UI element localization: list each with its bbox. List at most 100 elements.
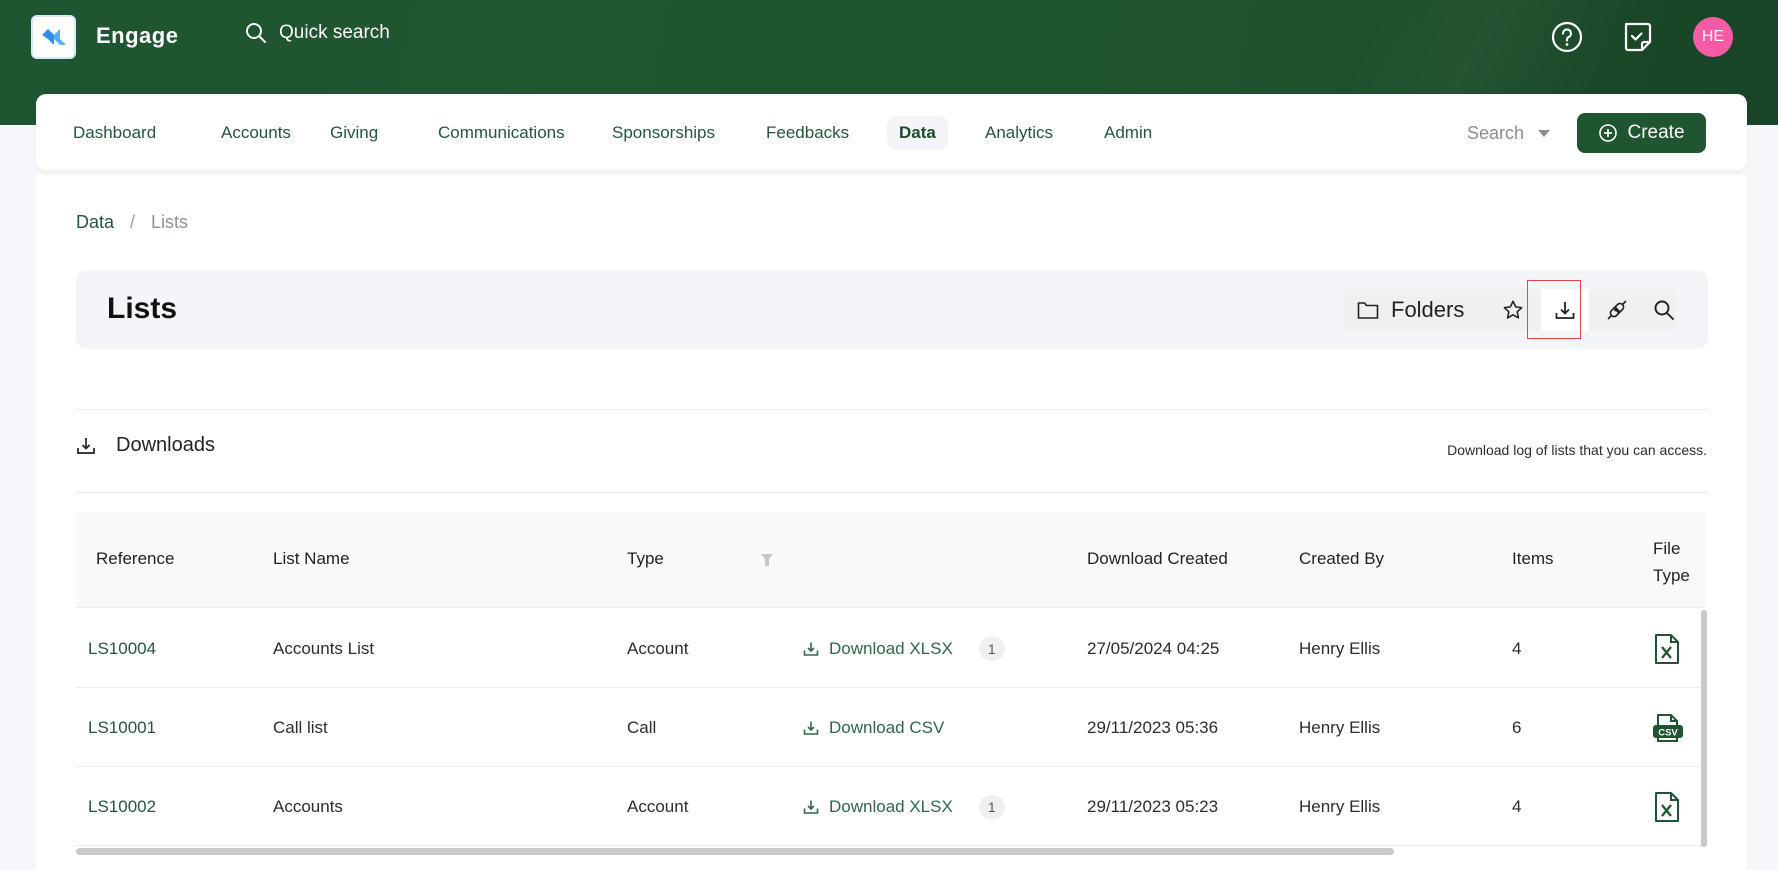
create-button[interactable]: Create bbox=[1577, 113, 1706, 153]
row-type: Account bbox=[627, 638, 689, 658]
folders-button[interactable]: Folders bbox=[1357, 289, 1464, 331]
excel-file-icon bbox=[1655, 791, 1679, 822]
column-file-type[interactable]: File Type bbox=[1653, 535, 1703, 589]
nav-dashboard[interactable]: Dashboard bbox=[61, 116, 168, 150]
download-icon bbox=[803, 800, 819, 814]
main-nav: Dashboard Accounts Giving Communications… bbox=[36, 94, 1747, 170]
download-xlsx-link[interactable]: Download XLSX 1 bbox=[803, 609, 1005, 688]
downloads-section-header: Downloads bbox=[76, 434, 215, 457]
download-xlsx-link[interactable]: Download XLSX 1 bbox=[803, 767, 1005, 846]
row-items: 4 bbox=[1512, 638, 1522, 658]
list-search-button[interactable] bbox=[1646, 289, 1682, 331]
column-list-name[interactable]: List Name bbox=[273, 549, 350, 569]
caret-down-icon bbox=[1538, 129, 1551, 137]
row-list-name: Accounts List bbox=[273, 638, 375, 658]
page-title: Lists bbox=[107, 292, 178, 325]
divider bbox=[76, 492, 1708, 493]
download-count-badge: 1 bbox=[978, 636, 1005, 661]
column-reference[interactable]: Reference bbox=[96, 549, 174, 569]
row-reference[interactable]: LS10004 bbox=[88, 609, 156, 688]
tasks-icon bbox=[1624, 22, 1652, 52]
nav-sponsorships[interactable]: Sponsorships bbox=[600, 116, 727, 150]
row-reference[interactable]: LS10002 bbox=[88, 767, 156, 846]
nav-admin[interactable]: Admin bbox=[1092, 116, 1164, 150]
help-button[interactable] bbox=[1549, 19, 1585, 55]
type-filter-button[interactable] bbox=[760, 553, 774, 572]
row-created-by: Henry Ellis bbox=[1299, 638, 1381, 658]
divider bbox=[76, 409, 1708, 410]
nav-giving[interactable]: Giving bbox=[318, 116, 390, 150]
downloads-title: Downloads bbox=[116, 434, 215, 456]
column-download-created[interactable]: Download Created bbox=[1087, 549, 1228, 569]
nav-search-dropdown[interactable]: Search bbox=[1467, 116, 1551, 150]
row-list-name: Accounts bbox=[273, 796, 343, 816]
downloads-button[interactable] bbox=[1541, 289, 1589, 331]
xlsx-file-icon[interactable] bbox=[1654, 609, 1680, 688]
help-icon bbox=[1551, 21, 1583, 53]
page-toolbar: Folders bbox=[1343, 289, 1675, 331]
quick-search-label: Quick search bbox=[279, 22, 390, 43]
download-csv-link[interactable]: Download CSV bbox=[803, 688, 944, 767]
search-icon bbox=[246, 23, 266, 43]
table-row[interactable]: LS10004 Accounts List Account Download X… bbox=[76, 609, 1706, 688]
csv-file-icon: CSV bbox=[1653, 713, 1683, 742]
breadcrumb: Data / Lists bbox=[76, 212, 188, 233]
excel-file-icon bbox=[1655, 633, 1679, 664]
table-header: Reference List Name Type Download Create… bbox=[76, 512, 1706, 608]
download-label: Download CSV bbox=[829, 717, 945, 737]
plug-icon bbox=[1607, 300, 1627, 320]
nav-feedbacks[interactable]: Feedbacks bbox=[754, 116, 861, 150]
row-download-created: 29/11/2023 05:23 bbox=[1087, 796, 1219, 816]
page-header: Lists Folders bbox=[76, 270, 1708, 349]
horizontal-scrollbar[interactable] bbox=[76, 848, 1394, 855]
create-label: Create bbox=[1627, 122, 1685, 143]
csv-file-icon[interactable]: CSV bbox=[1652, 688, 1684, 767]
download-label: Download XLSX bbox=[829, 796, 953, 816]
vertical-scrollbar[interactable] bbox=[1701, 610, 1707, 847]
user-avatar[interactable]: HE bbox=[1693, 17, 1733, 57]
nav-accounts[interactable]: Accounts bbox=[209, 116, 303, 150]
row-list-name: Call list bbox=[273, 717, 328, 737]
logo-icon bbox=[41, 29, 66, 45]
breadcrumb-separator: / bbox=[130, 212, 136, 232]
row-items: 6 bbox=[1512, 717, 1522, 737]
quick-search-button[interactable]: Quick search bbox=[245, 22, 390, 44]
nav-analytics[interactable]: Analytics bbox=[973, 116, 1065, 150]
row-reference[interactable]: LS10001 bbox=[88, 688, 156, 767]
table-row[interactable]: LS10002 Accounts Account Download XLSX 1… bbox=[76, 767, 1706, 846]
breadcrumb-data[interactable]: Data bbox=[76, 212, 114, 233]
download-icon bbox=[77, 437, 95, 454]
nav-search-label: Search bbox=[1467, 123, 1525, 143]
plus-circle-icon bbox=[1599, 124, 1618, 142]
nav-data[interactable]: Data bbox=[887, 116, 948, 150]
app-name: Engage bbox=[96, 23, 179, 48]
star-icon bbox=[1503, 300, 1523, 319]
column-type[interactable]: Type bbox=[627, 549, 664, 569]
column-created-by[interactable]: Created By bbox=[1299, 549, 1384, 569]
downloads-description: Download log of lists that you can acces… bbox=[1447, 442, 1707, 458]
folders-label: Folders bbox=[1391, 297, 1465, 322]
row-type: Call bbox=[627, 717, 657, 737]
nav-communications[interactable]: Communications bbox=[426, 116, 577, 150]
download-icon bbox=[1555, 302, 1575, 319]
row-items: 4 bbox=[1512, 796, 1522, 816]
row-created-by: Henry Ellis bbox=[1299, 717, 1381, 737]
download-icon bbox=[803, 642, 819, 656]
downloads-table: Reference List Name Type Download Create… bbox=[76, 512, 1706, 870]
download-label: Download XLSX bbox=[829, 638, 953, 658]
svg-text:CSV: CSV bbox=[1658, 727, 1678, 738]
download-count-badge: 1 bbox=[978, 794, 1005, 819]
column-items[interactable]: Items bbox=[1512, 549, 1554, 569]
table-row[interactable]: LS10001 Call list Call Download CSV 29/1… bbox=[76, 688, 1706, 767]
breadcrumb-lists: Lists bbox=[151, 212, 189, 232]
app-logo[interactable] bbox=[31, 15, 76, 59]
integrations-button[interactable] bbox=[1599, 289, 1635, 331]
tasks-button[interactable] bbox=[1619, 19, 1655, 55]
row-download-created: 29/11/2023 05:36 bbox=[1087, 717, 1219, 737]
row-download-created: 27/05/2024 04:25 bbox=[1087, 638, 1220, 658]
favorite-button[interactable] bbox=[1495, 289, 1531, 331]
row-type: Account bbox=[627, 796, 689, 816]
row-created-by: Henry Ellis bbox=[1299, 796, 1381, 816]
xlsx-file-icon[interactable] bbox=[1654, 767, 1680, 846]
search-icon bbox=[1654, 300, 1674, 320]
